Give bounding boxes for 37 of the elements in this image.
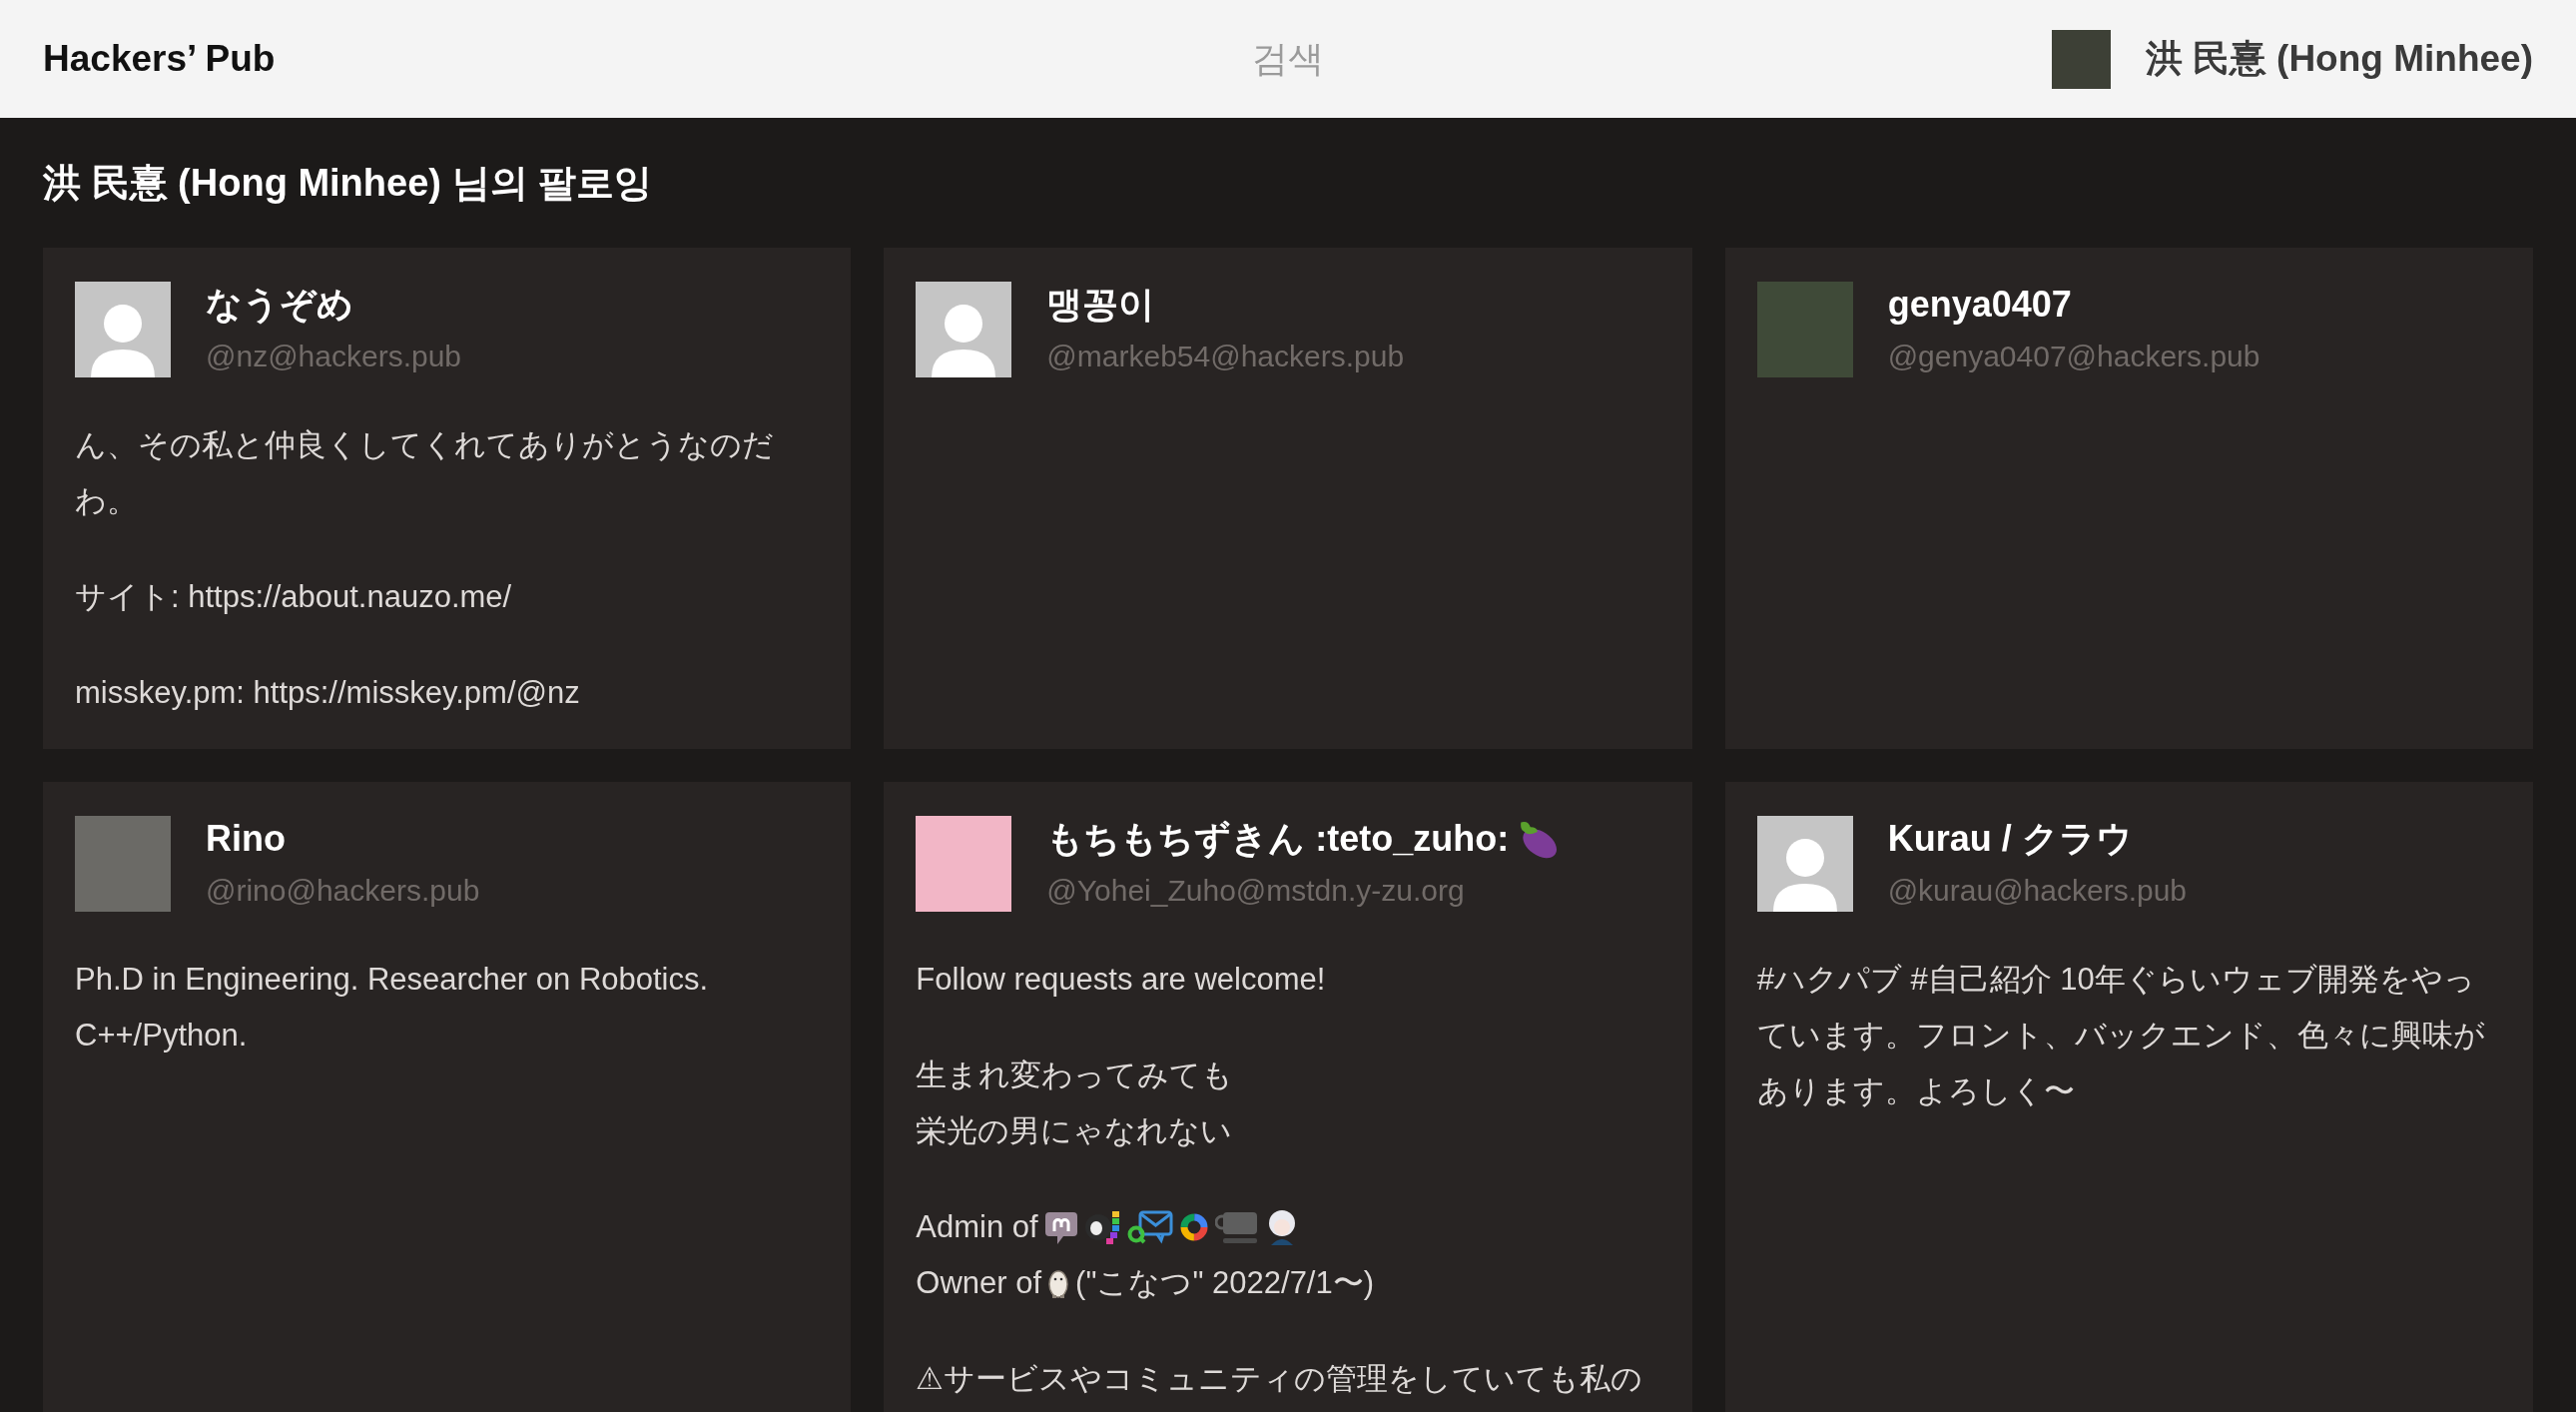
default-avatar-icon [916, 282, 1012, 377]
display-name: Kurau / クラウ [1887, 817, 2133, 861]
handle-text: @markeb54@hackers.pub [1046, 339, 1405, 374]
handle-text: @Yohei_Zuho@mstdn.y-zu.org [1046, 873, 1466, 909]
display-name: もちもちずきん :teto_zuho: [1046, 817, 1510, 861]
site-logo-link[interactable]: Hackers’ Pub [43, 31, 276, 87]
handle-text: @rino@hackers.pub [206, 873, 480, 909]
handle-text: @kurau@hackers.pub [1887, 873, 2188, 909]
color-ring-icon [1179, 1213, 1208, 1241]
handle-text: @nz@hackers.pub [206, 339, 462, 374]
default-avatar-icon [75, 282, 171, 377]
display-name: Rino [206, 817, 286, 861]
cup-icon [1214, 1210, 1259, 1244]
display-name: 맹꽁이 [1046, 283, 1155, 327]
bio-text: 生まれ変わってみても [916, 1057, 1234, 1094]
bio-text: ⚠サービスやコミュニティの管理をしていても私の [916, 1360, 1643, 1398]
bio-text: ん、その私と仲良くしてくれてありがとうなのだわ。 [75, 426, 775, 520]
bio-text: 栄光の男にゃなれない [916, 1112, 1233, 1150]
rainbow-mascot-icon [1083, 1210, 1120, 1244]
bio-text: Owner of [916, 1264, 1042, 1302]
display-name: genya0407 [1887, 283, 2072, 327]
bio-text: Admin of [916, 1208, 1038, 1246]
figure-icon [1047, 1267, 1070, 1299]
speech-bubble-icon [1044, 1210, 1077, 1244]
bio-text: misskey.pm: https://misskey.pm/@nz [75, 674, 581, 712]
handle-text: @genya0407@hackers.pub [1887, 339, 2260, 374]
display-name: なうぞめ [206, 283, 353, 327]
page-title: 洪 民憙 (Hong Minhee) 님의 팔로잉 [43, 161, 654, 206]
bio-text: ("こなつ" 2022/7/1〜) [1075, 1264, 1375, 1302]
default-avatar-icon [1756, 816, 1853, 912]
profile-link[interactable]: 洪 民憙 (Hong Minhee) [2051, 29, 2533, 89]
bio-text: #ハクパブ #自己紹介 10年ぐらいウェブ開発をやっています。フロント、バックエンド、色々に興味があります。よろしく〜 [1756, 961, 2486, 1110]
bio-text: サイト: https://about.nauzo.me/ [75, 578, 513, 616]
bio-text: Follow requests are welcome! [916, 961, 1327, 999]
search-field[interactable]: 검색 [1078, 27, 1498, 91]
bio-text: Ph.D in Engineering. Researcher on Robotics. C++/Python. [75, 961, 710, 1055]
envelope-icon [1126, 1210, 1173, 1244]
